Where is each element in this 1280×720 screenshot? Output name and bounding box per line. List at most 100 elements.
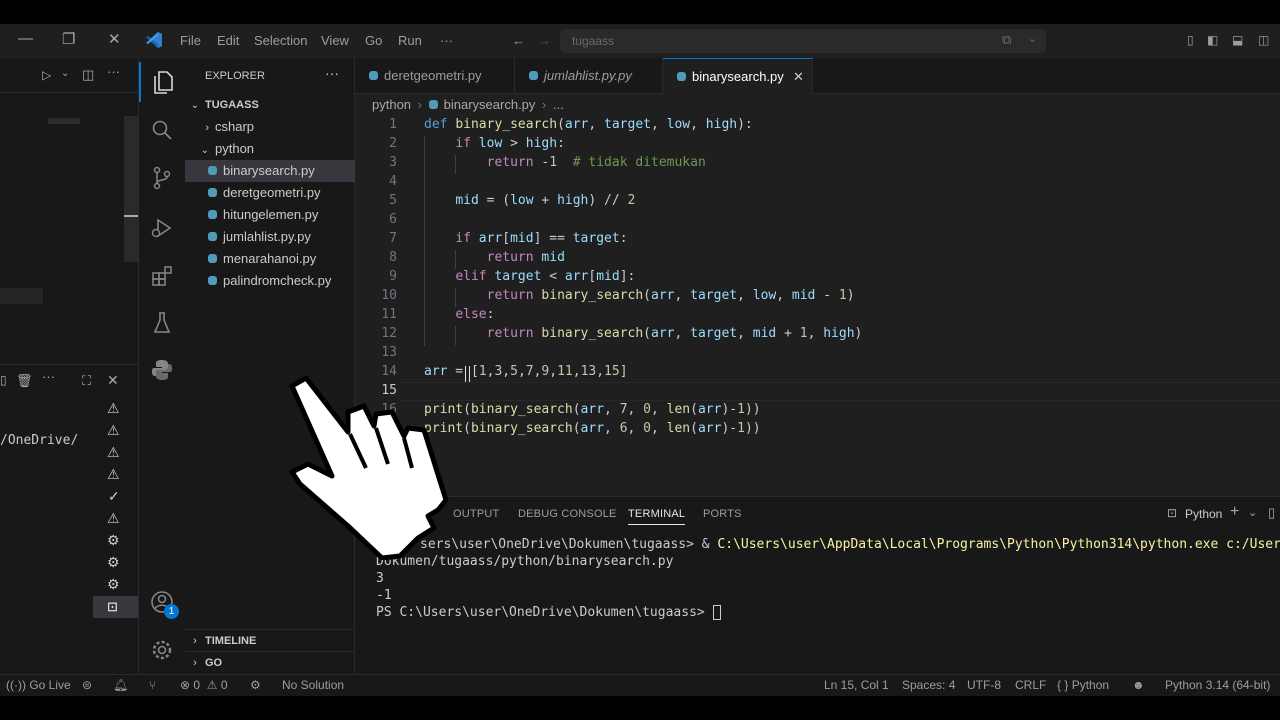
- code-line: return mid: [486, 250, 565, 265]
- menu-go[interactable]: Go: [365, 33, 382, 48]
- menu-file[interactable]: File: [180, 33, 201, 48]
- toggle-sidebar-icon[interactable]: ◧: [1207, 33, 1218, 47]
- solution-status[interactable]: No Solution: [282, 678, 344, 692]
- split-editor-icon[interactable]: ◫: [82, 67, 94, 83]
- testing-flask-icon[interactable]: [139, 303, 185, 343]
- python-file-icon: [208, 276, 217, 286]
- indentation[interactable]: Spaces: 4: [902, 678, 955, 692]
- warning-icon[interactable]: ⚠: [107, 444, 120, 461]
- trash-icon[interactable]: 🗑: [16, 373, 33, 389]
- tab-deretgeometri[interactable]: deretgeometri.py: [355, 58, 515, 94]
- terminal-list-item-active[interactable]: ⊡: [93, 596, 138, 618]
- gear-icon[interactable]: ⚙: [107, 554, 120, 571]
- nav-back-icon[interactable]: ←: [512, 33, 525, 48]
- encoding[interactable]: UTF-8: [967, 678, 1001, 692]
- file-jumlahlist[interactable]: jumlahlist.py.py: [185, 226, 355, 248]
- debug-icon[interactable]: ⚙: [250, 678, 261, 692]
- warning-icon[interactable]: ⚠: [107, 510, 120, 527]
- file-palindromcheck[interactable]: palindromcheck.py: [185, 270, 355, 292]
- check-icon[interactable]: ✓: [108, 488, 120, 505]
- breadcrumb-folder[interactable]: python: [372, 97, 411, 112]
- tab-ports[interactable]: PORTS: [703, 508, 742, 520]
- search-icon[interactable]: [139, 110, 185, 150]
- copilot-icon[interactable]: ⧉: [1002, 32, 1011, 48]
- explorer-icon[interactable]: [139, 62, 185, 102]
- breadcrumb-file[interactable]: binarysearch.py: [444, 97, 536, 112]
- menu-view[interactable]: View: [321, 33, 349, 48]
- selected-row[interactable]: [0, 288, 43, 304]
- code-line: print(binary_search(arr, 6, 0, len(arr)-…: [424, 421, 761, 436]
- python-file-icon: [208, 232, 217, 242]
- chevron-down-icon[interactable]: ⌄: [61, 68, 69, 79]
- python-interpreter[interactable]: Python 3.14 (64-bit): [1165, 678, 1270, 692]
- terminal-shell-name[interactable]: Python: [1185, 507, 1222, 521]
- accounts-icon[interactable]: 1: [139, 582, 185, 622]
- workspace-folder[interactable]: ⌄ TUGAASS: [185, 94, 355, 116]
- new-terminal-icon[interactable]: +: [1230, 503, 1239, 521]
- warning-icon[interactable]: ⚠: [107, 466, 120, 483]
- close-panel-icon[interactable]: ✕: [107, 372, 119, 389]
- line-number: 5: [389, 193, 397, 208]
- warning-icon[interactable]: ⚠: [107, 400, 120, 417]
- python-icon[interactable]: [139, 350, 185, 390]
- tab-debug-console[interactable]: DEBUG CONSOLE: [518, 508, 617, 520]
- notifications-icon[interactable]: 🔔︎: [113, 678, 128, 692]
- copilot-status-icon[interactable]: ☻: [1132, 678, 1145, 692]
- line-number: 12: [381, 326, 397, 341]
- go-section[interactable]: › GO: [185, 652, 355, 674]
- command-center-search[interactable]: tugaass ⧉ ⌄: [560, 29, 1046, 53]
- warning-icon[interactable]: ⚠: [107, 422, 120, 439]
- scrollbar-marker: [124, 215, 138, 217]
- source-branch-icon[interactable]: ⑂: [149, 678, 156, 692]
- folder-python[interactable]: ⌄ python: [185, 138, 355, 160]
- menu-selection[interactable]: Selection: [254, 33, 307, 48]
- toggle-primary-sidebar-icon[interactable]: ▯: [1187, 33, 1194, 47]
- end-of-line[interactable]: CRLF: [1015, 678, 1046, 692]
- chevron-down-icon[interactable]: ⌄: [1248, 506, 1257, 519]
- remote-icon[interactable]: ⊜: [82, 678, 92, 692]
- split-terminal-icon[interactable]: ▯: [1268, 505, 1275, 521]
- chevron-down-icon[interactable]: ⌄: [1028, 32, 1037, 45]
- tab-output[interactable]: OUTPUT: [453, 508, 499, 520]
- split-terminal-icon[interactable]: ▯: [0, 373, 7, 387]
- file-hitungelemen[interactable]: hitungelemen.py: [185, 204, 355, 226]
- folder-csharp[interactable]: › csharp: [185, 116, 355, 138]
- settings-gear-icon[interactable]: [139, 630, 185, 670]
- menu-more[interactable]: ···: [440, 33, 453, 48]
- menu-run[interactable]: Run: [398, 33, 422, 48]
- close-window-icon[interactable]: ✕: [108, 30, 121, 48]
- file-binarysearch[interactable]: binarysearch.py: [185, 160, 355, 182]
- tab-jumlahlist[interactable]: jumlahlist.py.py: [515, 58, 663, 94]
- run-debug-icon[interactable]: [139, 208, 185, 248]
- extensions-icon[interactable]: [139, 256, 185, 296]
- cursor-position[interactable]: Ln 15, Col 1: [824, 678, 889, 692]
- minimize-icon[interactable]: —: [18, 30, 33, 47]
- customize-layout-icon[interactable]: ◫: [1258, 33, 1269, 47]
- text-cursor-icon: [465, 366, 470, 382]
- more-actions-icon[interactable]: ···: [42, 369, 55, 384]
- scrollbar[interactable]: [124, 116, 138, 262]
- file-deretgeometri[interactable]: deretgeometri.py: [185, 182, 355, 204]
- line-number: 9: [389, 269, 397, 284]
- toggle-panel-icon[interactable]: ⬓: [1232, 33, 1243, 47]
- maximize-panel-icon[interactable]: ⛶: [82, 373, 91, 389]
- go-live-button[interactable]: ((·)) Go Live: [6, 678, 71, 692]
- timeline-section[interactable]: › TIMELINE: [185, 630, 355, 652]
- run-icon[interactable]: ▷: [42, 68, 51, 82]
- menu-edit[interactable]: Edit: [217, 33, 239, 48]
- gear-icon[interactable]: ⚙: [107, 532, 120, 549]
- tab-terminal[interactable]: TERMINAL: [628, 508, 686, 525]
- source-control-icon[interactable]: [139, 158, 185, 198]
- file-menarahanoi[interactable]: menarahanoi.py: [185, 248, 355, 270]
- explorer-more-actions[interactable]: ···: [325, 65, 339, 81]
- restore-icon[interactable]: ❐: [62, 30, 75, 48]
- close-tab-icon[interactable]: ✕: [793, 59, 804, 95]
- problems-indicator[interactable]: ⊗ 0 ⚠ 0: [180, 678, 228, 692]
- tab-binarysearch[interactable]: binarysearch.py ✕: [663, 58, 813, 94]
- more-actions-icon[interactable]: ···: [107, 64, 120, 79]
- breadcrumb-symbols[interactable]: ...: [553, 97, 564, 112]
- language-mode[interactable]: { } Python: [1057, 678, 1109, 692]
- code-line: if low > high:: [455, 136, 565, 151]
- nav-forward-icon[interactable]: →: [538, 33, 551, 48]
- gear-icon[interactable]: ⚙: [107, 576, 120, 593]
